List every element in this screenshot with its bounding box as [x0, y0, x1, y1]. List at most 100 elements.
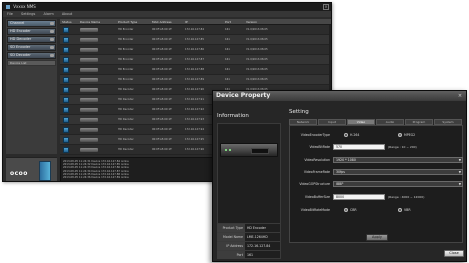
cell-product-type: HD Encoder	[118, 68, 134, 71]
table-row[interactable]: HD Encoder 00:0F:A5:00:1F: 172.16.127.87 16…	[60, 55, 331, 65]
device-name-field	[80, 108, 98, 112]
device-status-icon	[63, 47, 69, 53]
cell-ip: 172.16.127.85	[185, 38, 204, 41]
cell-mac: 00:0F:A5:00:1F:	[152, 68, 173, 71]
menu-alarm[interactable]: Alarm	[43, 12, 53, 16]
log-line: 2013-08-05 11:24:36 Device 172.16.127.89…	[63, 176, 129, 180]
close-icon[interactable]: ×	[323, 4, 329, 10]
radio-h264[interactable]	[344, 133, 348, 137]
cell-mac: 00:0F:A5:00:1F:	[152, 48, 173, 51]
count-badge	[50, 22, 54, 25]
device-name-field	[80, 88, 98, 92]
table-row[interactable]: HD Encoder 00:0F:A5:00:1F: 172.16.127.86 16…	[60, 45, 331, 55]
device-name-field	[80, 78, 98, 82]
device-status-icon	[63, 77, 69, 83]
cell-port: 161	[225, 38, 230, 41]
sidebar-item-sd-decoder[interactable]: SD Decoder	[7, 52, 56, 59]
apply-button[interactable]: Apply	[366, 234, 388, 241]
close-icon[interactable]: ×	[457, 93, 463, 99]
count-badge	[50, 38, 54, 41]
cell-port: 161	[225, 48, 230, 51]
cell-ip: 172.16.127.87	[185, 58, 204, 61]
cell-mac: 00:0F:A5:00:1F:	[152, 98, 173, 101]
cell-port: 161	[225, 28, 230, 31]
device-status-icon	[63, 127, 69, 133]
close-button[interactable]: Close	[444, 250, 464, 257]
framerate-select[interactable]: 30fps ▼	[333, 169, 463, 175]
info-row-port: Port 161	[217, 250, 281, 259]
table-row[interactable]: HD Encoder 00:0F:A5:00:1F: 172.16.127.85 16…	[60, 35, 331, 45]
device-status-icon	[63, 147, 69, 153]
count-badge	[50, 30, 54, 33]
app-icon	[6, 5, 10, 9]
sidebar-item-channel[interactable]: Channel	[7, 20, 56, 27]
cell-mac: 00:0F:A5:00:1F:	[152, 108, 173, 111]
cell-mac: 00:0F:A5:00:1F:	[152, 88, 173, 91]
cell-product-type: HD Encoder	[118, 48, 134, 51]
device-name-field	[80, 138, 98, 142]
cell-mac: 00:0F:A5:00:1F:	[152, 128, 173, 131]
device-name-field	[80, 148, 98, 152]
cell-mac: 00:0F:A5:00:1F:	[152, 38, 173, 41]
menu-about[interactable]: About	[62, 12, 72, 16]
menu-bar: File Settings Alarm About	[3, 11, 331, 17]
count-badge	[50, 46, 54, 49]
cell-port: 161	[225, 68, 230, 71]
device-name-field	[80, 98, 98, 102]
radio-mpeg2[interactable]	[398, 133, 402, 137]
field-ratemode: VideoBitRateMode CBR VBR	[300, 208, 411, 212]
cell-ip: 172.16.127.88	[185, 68, 204, 71]
info-row-product-type: Product Type HD Encoder	[217, 223, 281, 232]
cell-port: 161	[225, 78, 230, 81]
cell-product-type: HD Decoder	[118, 98, 134, 101]
brand-panel: ocoo	[6, 157, 57, 181]
field-encoder-type: VideoEncoderType H.264 MPEG2	[300, 133, 416, 137]
cell-version: V1.0/2013.08.05	[246, 28, 268, 31]
sidebar-item-device-list[interactable]: Device List	[7, 60, 56, 66]
cell-product-type: HD Encoder	[118, 58, 134, 61]
device-photo	[220, 143, 278, 157]
menu-file[interactable]: File	[7, 12, 13, 16]
sidebar-item-sd-encoder[interactable]: SD Encoder	[7, 44, 56, 51]
brand-logo: ocoo	[10, 170, 28, 177]
cell-mac: 00:0F:A5:00:1F:	[152, 118, 173, 121]
table-row[interactable]: HD Encoder 00:0F:A5:00:1F: 172.16.127.89 16…	[60, 75, 331, 85]
menu-settings[interactable]: Settings	[21, 12, 35, 16]
buffer-input[interactable]: 8000	[333, 194, 385, 200]
cell-product-type: HD Encoder	[118, 78, 134, 81]
radio-cbr[interactable]	[344, 208, 348, 212]
cell-ip: 172.16.127.89	[185, 78, 204, 81]
bitrate-input[interactable]: 570	[333, 144, 385, 150]
field-buffer: VideoBufferSize 8000 (Range : 4000 ~ 120…	[290, 192, 464, 202]
device-property-dialog: Device Property × Information Product Ty…	[212, 90, 467, 262]
table-row[interactable]: HD Encoder 00:0F:A5:00:1F: 172.16.127.84 16…	[60, 25, 331, 35]
led-icon	[229, 149, 231, 151]
device-name-field	[80, 58, 98, 62]
info-row-ip-address: IP Address 172.16.127.84	[217, 241, 281, 250]
cell-mac: 00:0F:A5:00:1F:	[152, 28, 173, 31]
resolution-select[interactable]: 1920 * 1080 ▼	[333, 157, 463, 163]
cell-version: V1.0/2013.08.05	[246, 68, 268, 71]
sidebar-item-hd-encoder[interactable]: HD Encoder	[7, 28, 56, 35]
device-status-icon	[63, 117, 69, 123]
device-status-icon	[63, 87, 69, 93]
count-badge	[50, 54, 54, 57]
cell-product-type: HD Encoder	[118, 28, 134, 31]
cell-ip: 172.16.127.91	[185, 98, 204, 101]
log-panel: 2013-08-05 11:24:31 Device 172.16.127.84…	[60, 157, 215, 181]
radio-vbr[interactable]	[398, 208, 402, 212]
cell-ip: 172.16.127.94	[185, 128, 204, 131]
cell-ip: 172.16.127.96	[185, 148, 204, 151]
video-settings-panel: VideoEncoderType H.264 MPEG2 VideoBitRat…	[289, 125, 463, 243]
device-status-icon	[63, 67, 69, 73]
device-name-field	[80, 128, 98, 132]
device-status-icon	[63, 27, 69, 33]
cell-mac: 00:0F:A5:00:1F:	[152, 138, 173, 141]
window-titlebar: Vxxxx NMS	[3, 3, 331, 11]
field-bitrate: VideoBitRate 570 (Range : 10 ~ 200)	[290, 142, 464, 152]
cell-ip: 172.16.127.93	[185, 118, 204, 121]
info-row-model-name: Model Name LME-1264HD	[217, 232, 281, 241]
gop-select[interactable]: IBBP ▼	[333, 181, 463, 187]
table-row[interactable]: HD Encoder 00:0F:A5:00:1F: 172.16.127.88 16…	[60, 65, 331, 75]
sidebar-item-hd-decoder[interactable]: HD Decoder	[7, 36, 56, 43]
